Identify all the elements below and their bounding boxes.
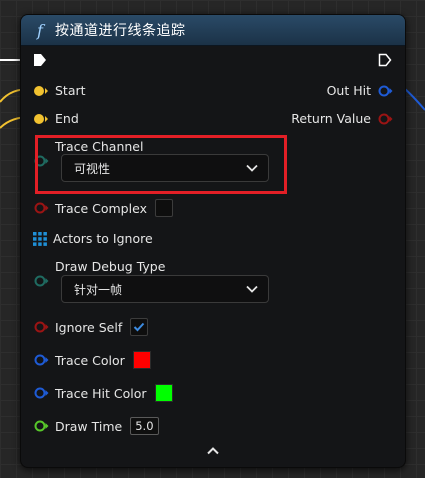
array-grid-icon xyxy=(33,231,47,246)
end-pin[interactable]: End xyxy=(33,111,79,126)
byte-pin-icon xyxy=(34,275,49,287)
draw-time-label: Draw Time xyxy=(55,418,123,434)
vector-pin-icon xyxy=(34,113,48,124)
struct-pin-icon xyxy=(378,85,393,96)
ignore-self-label: Ignore Self xyxy=(55,319,123,335)
byte-pin-icon xyxy=(34,155,49,167)
draw-debug-type-label: Draw Debug Type xyxy=(55,259,166,274)
collapse-chevron-icon[interactable] xyxy=(206,446,220,456)
trace-color-pin[interactable]: Trace Color xyxy=(33,351,151,369)
vector-pin-icon xyxy=(34,85,48,96)
line-trace-by-channel-node[interactable]: f 按通道进行线条追踪 Start Out Hit End Return Val… xyxy=(20,14,406,468)
exec-out-icon xyxy=(378,53,392,67)
draw-debug-type-pin[interactable] xyxy=(33,275,49,287)
start-label: Start xyxy=(55,83,86,98)
trace-channel-value: 可视性 xyxy=(74,161,111,176)
bool-pin-icon xyxy=(378,113,393,124)
node-title: 按通道进行线条追踪 xyxy=(55,23,186,39)
draw-time-input[interactable]: 5.0 xyxy=(130,417,159,435)
out-hit-label: Out Hit xyxy=(326,83,371,98)
struct-pin-icon xyxy=(34,354,49,366)
start-pin[interactable]: Start xyxy=(33,83,86,98)
bool-pin-icon xyxy=(34,321,49,333)
ignore-self-pin[interactable]: Ignore Self xyxy=(33,318,149,336)
actors-to-ignore-label: Actors to Ignore xyxy=(53,231,153,246)
bool-pin-icon xyxy=(34,202,49,214)
struct-pin-icon xyxy=(34,387,49,399)
draw-debug-type-value: 针对一帧 xyxy=(74,282,123,297)
trace-channel-label: Trace Channel xyxy=(55,139,144,154)
trace-complex-checkbox[interactable] xyxy=(154,199,173,217)
exec-out-pin[interactable] xyxy=(378,53,392,67)
draw-debug-type-dropdown[interactable]: 针对一帧 xyxy=(61,275,269,303)
trace-channel-pin[interactable] xyxy=(33,155,49,167)
trace-color-swatch[interactable] xyxy=(132,351,151,369)
return-value-label: Return Value xyxy=(291,111,371,126)
node-header[interactable]: f 按通道进行线条追踪 xyxy=(21,15,405,46)
return-value-pin[interactable]: Return Value xyxy=(291,111,393,126)
function-icon: f xyxy=(37,20,43,40)
trace-channel-dropdown[interactable]: 可视性 xyxy=(61,154,269,182)
out-hit-pin[interactable]: Out Hit xyxy=(327,83,393,98)
checkmark-icon xyxy=(134,322,145,332)
exec-in-icon xyxy=(34,54,46,66)
trace-color-label: Trace Color xyxy=(55,352,125,368)
end-label: End xyxy=(55,111,79,126)
trace-hit-color-label: Trace Hit Color xyxy=(55,385,147,401)
chevron-down-icon xyxy=(246,285,258,293)
trace-hit-color-pin[interactable]: Trace Hit Color xyxy=(33,384,173,402)
trace-hit-color-swatch[interactable] xyxy=(154,384,173,402)
float-pin-icon xyxy=(34,420,49,432)
exec-in-pin[interactable] xyxy=(33,53,47,67)
trace-complex-pin[interactable]: Trace Complex xyxy=(33,199,173,217)
ignore-self-checkbox[interactable] xyxy=(130,318,149,336)
trace-complex-label: Trace Complex xyxy=(55,200,147,216)
actors-to-ignore-pin[interactable]: Actors to Ignore xyxy=(33,231,153,246)
draw-time-pin[interactable]: Draw Time 5.0 xyxy=(33,417,159,435)
chevron-down-icon xyxy=(246,164,258,172)
